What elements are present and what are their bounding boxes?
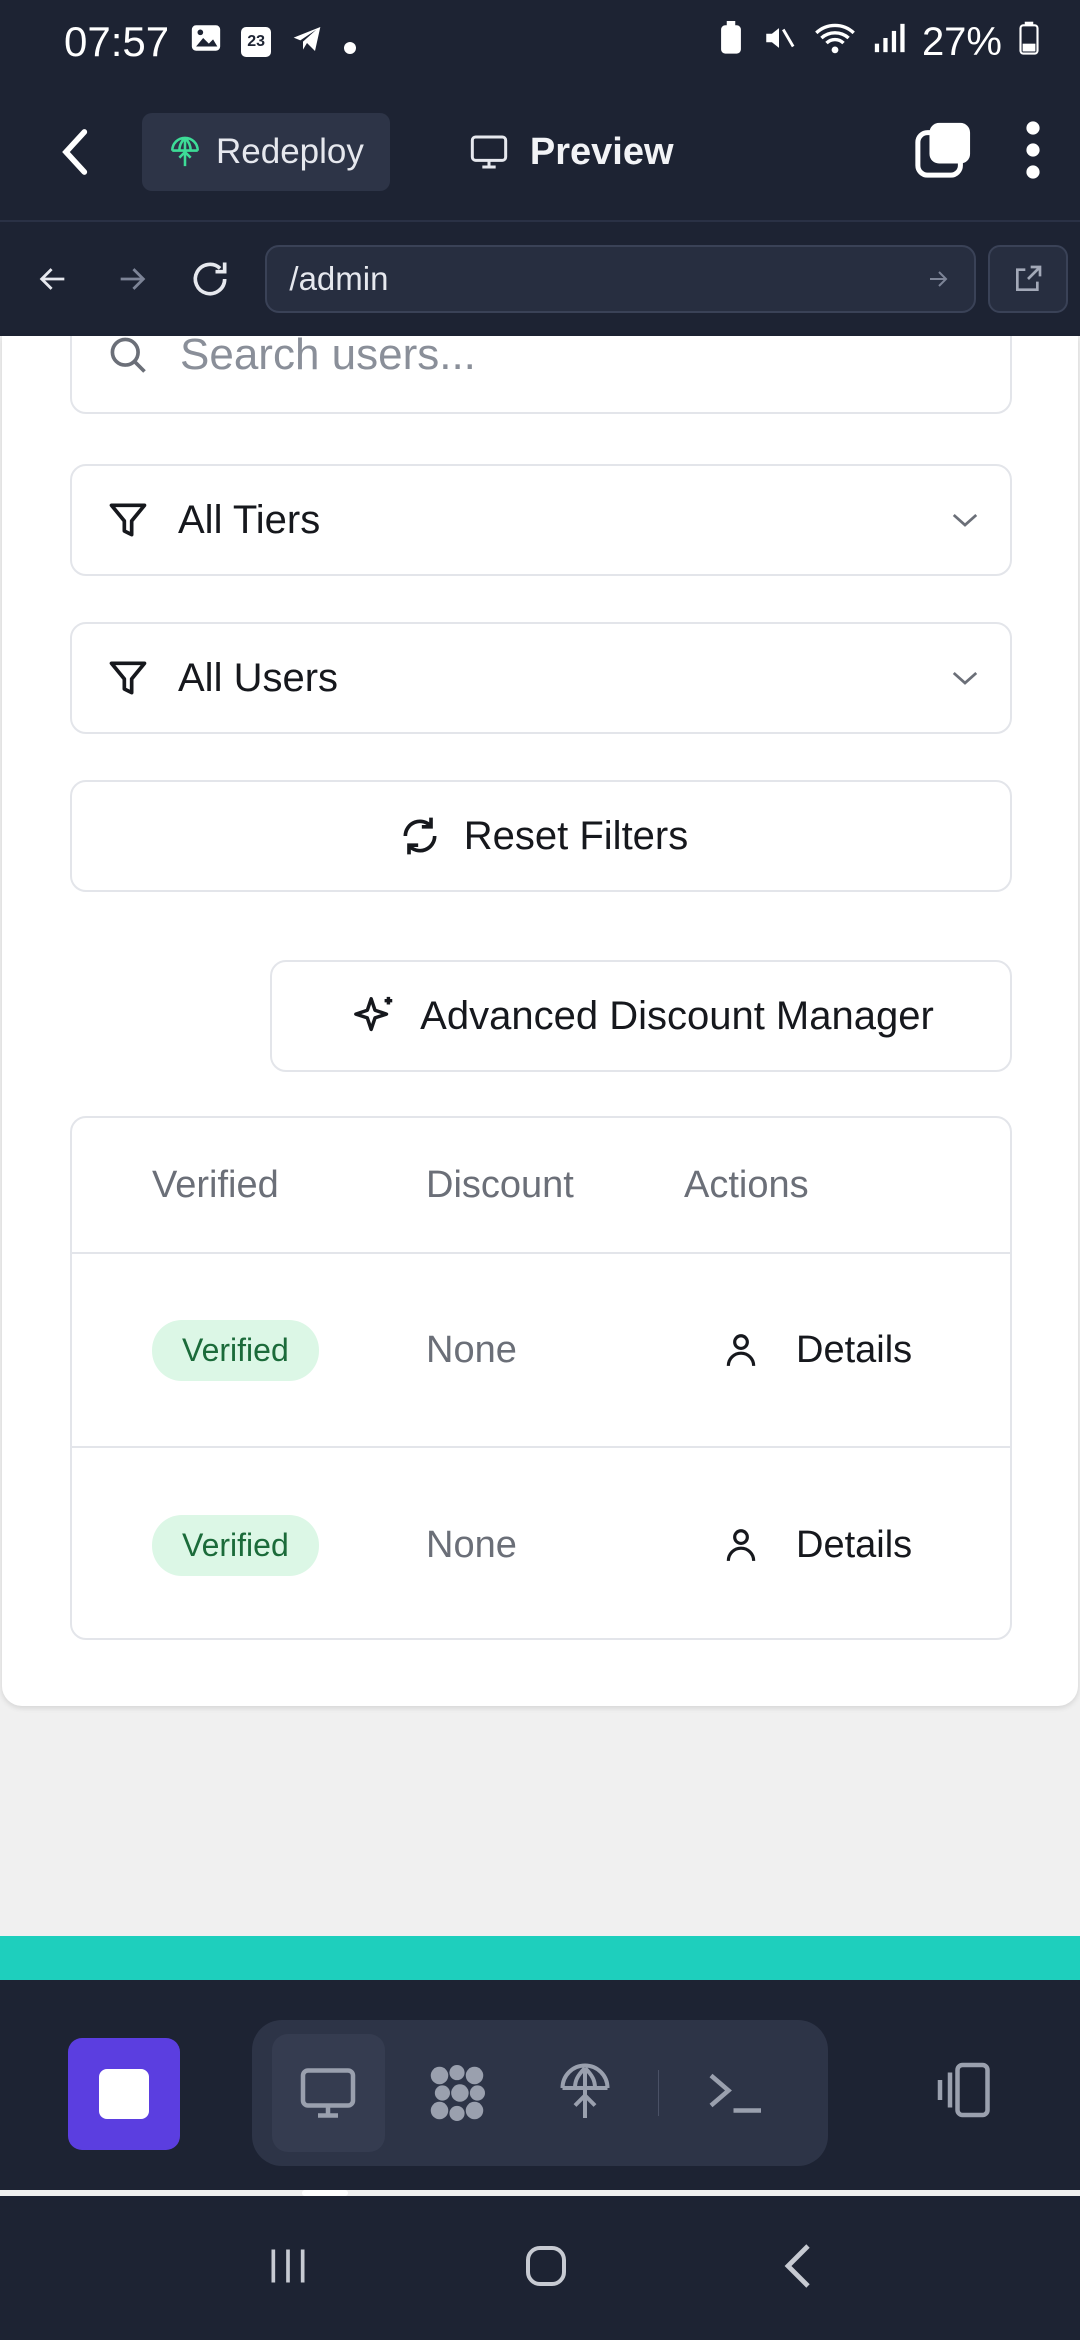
arrow-right-icon: [120, 268, 146, 290]
users-table: Verified Discount Actions Verified None …: [70, 1116, 1012, 1640]
terminal-icon: [709, 2073, 761, 2113]
table-row: Verified None Details: [72, 1448, 1010, 1638]
nodes-icon: [430, 2065, 485, 2121]
integrations-view-button[interactable]: [401, 2034, 514, 2152]
table-header: Verified Discount Actions: [72, 1118, 1010, 1254]
header-actions: Actions: [684, 1163, 809, 1206]
progress-strip: [0, 1936, 1080, 1980]
refresh-icon: [403, 817, 437, 855]
bottom-toolbar: [0, 1980, 1080, 2190]
filter-icon: [109, 503, 147, 537]
reset-filters-label: Reset Filters: [463, 813, 689, 858]
url-text: /admin: [289, 260, 389, 297]
user-filter-label: All Users: [178, 655, 339, 700]
go-arrow-icon[interactable]: [924, 267, 952, 291]
battery-percent: 27%: [921, 19, 1002, 64]
system-nav-bar: [0, 2196, 1080, 2340]
search-users-input[interactable]: Search users...: [70, 336, 1012, 414]
recent-apps-button[interactable]: [265, 2244, 311, 2293]
monitor-icon: [301, 2068, 356, 2118]
deploy-icon: [170, 136, 200, 167]
table-row: Verified None Details: [72, 1254, 1010, 1448]
device-view-button[interactable]: [920, 2050, 1000, 2130]
signal-icon: [872, 20, 906, 65]
status-bar: 07:57 23 27%: [0, 0, 1080, 84]
search-placeholder: Search users...: [180, 336, 476, 379]
gallery-icon: [189, 20, 223, 65]
preview-button[interactable]: Preview: [468, 131, 674, 174]
home-icon: [525, 2245, 566, 2286]
mute-icon: [760, 20, 798, 65]
reload-button[interactable]: [181, 249, 239, 309]
tier-filter-select[interactable]: All Tiers: [70, 464, 1012, 576]
recents-icon: [271, 2249, 305, 2282]
sparkles-icon: [354, 996, 393, 1032]
system-back-button[interactable]: [781, 2242, 815, 2295]
chevron-down-icon: [952, 513, 978, 527]
stop-icon: [99, 2069, 149, 2119]
external-link-icon: [1016, 265, 1042, 291]
chevron-left-icon: [784, 2243, 810, 2288]
home-button[interactable]: [522, 2242, 570, 2295]
refresh-icon: [193, 262, 227, 296]
header-discount: Discount: [426, 1163, 574, 1206]
wifi-icon: [814, 20, 856, 65]
browser-forward-button[interactable]: [102, 249, 160, 309]
dot-icon: [343, 20, 357, 65]
tabs-icon: [915, 122, 971, 178]
browser-url-bar: /admin: [0, 222, 1080, 336]
console-view-button[interactable]: [679, 2034, 792, 2152]
details-label: Details: [796, 1523, 913, 1566]
url-input[interactable]: /admin: [265, 245, 976, 313]
app-header: Redeploy Preview: [0, 84, 1080, 222]
advanced-discount-manager-button[interactable]: Advanced Discount Manager: [270, 960, 1012, 1072]
details-label: Details: [796, 1328, 913, 1371]
user-icon: [726, 1529, 756, 1561]
deploy-view-button[interactable]: [529, 2034, 642, 2152]
monitor-icon: [470, 135, 508, 169]
notification-icons: 23: [189, 20, 357, 65]
user-icon: [726, 1334, 756, 1366]
filter-icon: [109, 661, 147, 695]
user-filter-select[interactable]: All Users: [70, 622, 1012, 734]
calendar-icon: 23: [241, 27, 272, 57]
stop-button[interactable]: [68, 2038, 180, 2150]
advanced-discount-manager-label: Advanced Discount Manager: [420, 993, 934, 1038]
reset-filters-button[interactable]: Reset Filters: [70, 780, 1012, 892]
preview-view-button[interactable]: [272, 2034, 385, 2152]
arrow-left-icon: [39, 268, 65, 290]
details-button[interactable]: Details: [722, 1329, 912, 1372]
more-vertical-icon: [1026, 120, 1040, 179]
tier-filter-label: All Tiers: [178, 497, 321, 542]
header-verified: Verified: [152, 1163, 279, 1206]
deploy-icon: [560, 2063, 610, 2118]
search-icon: [110, 337, 146, 373]
battery-saver-icon: [718, 20, 744, 65]
toolbar-divider: [657, 2070, 660, 2116]
verified-badge: Verified: [152, 1514, 319, 1576]
devices-icon: [937, 2062, 990, 2118]
more-menu-button[interactable]: [1022, 120, 1044, 185]
verified-badge: Verified: [152, 1319, 319, 1381]
telegram-icon: [289, 20, 325, 65]
tabs-button[interactable]: [914, 121, 972, 184]
open-external-button[interactable]: [988, 245, 1068, 313]
back-button[interactable]: [36, 112, 116, 192]
status-time: 07:57: [64, 18, 170, 65]
battery-icon: [1018, 20, 1040, 65]
view-switcher: [252, 2020, 828, 2166]
browser-back-button[interactable]: [24, 249, 82, 309]
chevron-down-icon: [952, 671, 978, 685]
chevron-left-icon: [62, 129, 88, 175]
redeploy-label: Redeploy: [216, 132, 364, 171]
redeploy-button[interactable]: Redeploy: [142, 113, 390, 191]
discount-value: None: [426, 1523, 517, 1566]
discount-value: None: [426, 1328, 517, 1371]
details-button[interactable]: Details: [722, 1524, 912, 1567]
preview-label: Preview: [529, 130, 674, 173]
admin-users-panel: Search users... All Tiers All Users Rese…: [2, 336, 1078, 1706]
